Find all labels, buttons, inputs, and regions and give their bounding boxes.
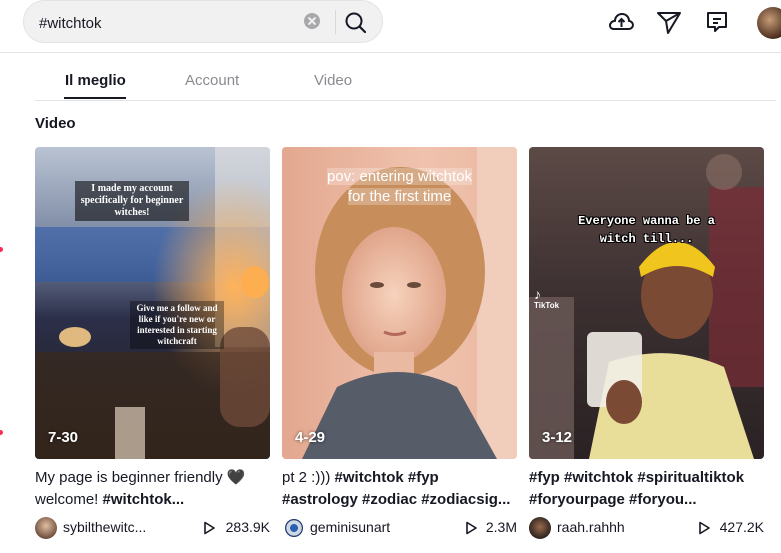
watermark-text: TikTok [534, 301, 560, 310]
tiktok-logo-icon: ♪ [534, 286, 541, 302]
edge-indicator [0, 430, 3, 435]
video-description-line: welcome! #witchtok... [35, 489, 270, 511]
hashtag-link[interactable]: #fyp #witchtok #spiritualtiktok [529, 469, 744, 486]
tiktok-watermark: ♪ TikTok [534, 287, 559, 310]
video-description-line: My page is beginner friendly 🖤 [35, 469, 246, 486]
active-tab-indicator [64, 97, 126, 99]
video-thumbnail[interactable]: pov: entering witchtok for the first tim… [282, 147, 517, 459]
edge-indicator [0, 247, 3, 252]
hashtag-link[interactable]: #witchtok #fyp [335, 469, 439, 486]
view-count: 283.9K [225, 519, 270, 535]
search-box [23, 0, 383, 43]
search-icon[interactable] [342, 9, 370, 37]
upload-icon[interactable] [607, 8, 635, 36]
play-count-icon [699, 521, 710, 535]
video-card[interactable]: Everyone wanna be a witch till... ♪ TikT… [529, 147, 764, 539]
section-title: Video [35, 115, 76, 132]
video-overlay-text: I made my account specifically for begin… [75, 181, 189, 221]
user-avatar[interactable] [35, 517, 57, 539]
video-description-line: #foryourpage #foryou... [529, 489, 764, 511]
video-thumbnail[interactable]: I made my account specifically for begin… [35, 147, 270, 459]
search-divider [335, 10, 336, 34]
user-avatar[interactable] [285, 519, 303, 537]
tab-videos[interactable]: Video [314, 72, 352, 89]
video-thumbnail[interactable]: Everyone wanna be a witch till... ♪ TikT… [529, 147, 764, 459]
search-input[interactable] [39, 13, 299, 33]
hashtag-link[interactable]: #witchtok... [103, 491, 185, 508]
video-overlay-text: Give me a follow and like if you're new … [130, 301, 224, 349]
desc-text: pt 2 :))) [282, 469, 335, 486]
video-description-line: pt 2 :))) #witchtok #fyp [282, 467, 517, 489]
view-count: 2.3M [485, 519, 517, 535]
user-avatar[interactable] [529, 517, 551, 539]
inbox-icon[interactable] [703, 8, 731, 36]
video-meta: sybilthewitc... 283.9K [35, 517, 270, 539]
play-count-icon [466, 521, 477, 535]
video-overlay-text: Everyone wanna be a witch till... [549, 212, 744, 248]
clear-search-icon[interactable] [304, 13, 320, 29]
video-description-line: #astrology #zodiac #zodiacsig... [282, 489, 517, 511]
overlay-line: pov: entering witchtok [326, 168, 473, 185]
video-card[interactable]: pov: entering witchtok for the first tim… [282, 147, 517, 539]
search-tabs: Il meglio Account Video [35, 52, 776, 101]
video-description: #fyp #witchtok #spiritualtiktok #foryour… [529, 467, 764, 511]
tab-top[interactable]: Il meglio [65, 72, 126, 89]
hashtag-link[interactable]: #astrology #zodiac #zodiacsig... [282, 491, 510, 508]
top-bar [0, 0, 781, 53]
video-thumbnail-image [529, 147, 764, 459]
video-meta: geminisunart 2.3M [282, 517, 517, 539]
overlay-line: for the first time [347, 188, 452, 205]
video-overlay-text: pov: entering witchtok for the first tim… [302, 167, 497, 207]
desc-text: welcome! [35, 491, 103, 508]
video-description: pt 2 :))) #witchtok #fyp #astrology #zod… [282, 467, 517, 511]
tab-accounts[interactable]: Account [185, 72, 239, 89]
video-date: 4-29 [295, 429, 326, 446]
view-count: 427.2K [719, 519, 764, 535]
video-date: 7-30 [48, 429, 79, 446]
overlay-line: witch till... [599, 232, 694, 246]
video-card[interactable]: I made my account specifically for begin… [35, 147, 270, 539]
send-icon[interactable] [655, 8, 683, 36]
profile-avatar[interactable] [757, 7, 781, 39]
username[interactable]: raah.rahhh [557, 519, 625, 535]
username[interactable]: geminisunart [310, 519, 390, 535]
overlay-line: Everyone wanna be a [578, 214, 715, 228]
video-description-line: #fyp #witchtok #spiritualtiktok [529, 467, 764, 489]
video-description: My page is beginner friendly 🖤 welcome! … [35, 467, 270, 511]
username[interactable]: sybilthewitc... [63, 519, 146, 535]
play-count-icon [204, 521, 215, 535]
hashtag-link[interactable]: #foryourpage #foryou... [529, 491, 697, 508]
video-meta: raah.rahhh 427.2K [529, 517, 764, 539]
video-date: 3-12 [542, 429, 573, 446]
